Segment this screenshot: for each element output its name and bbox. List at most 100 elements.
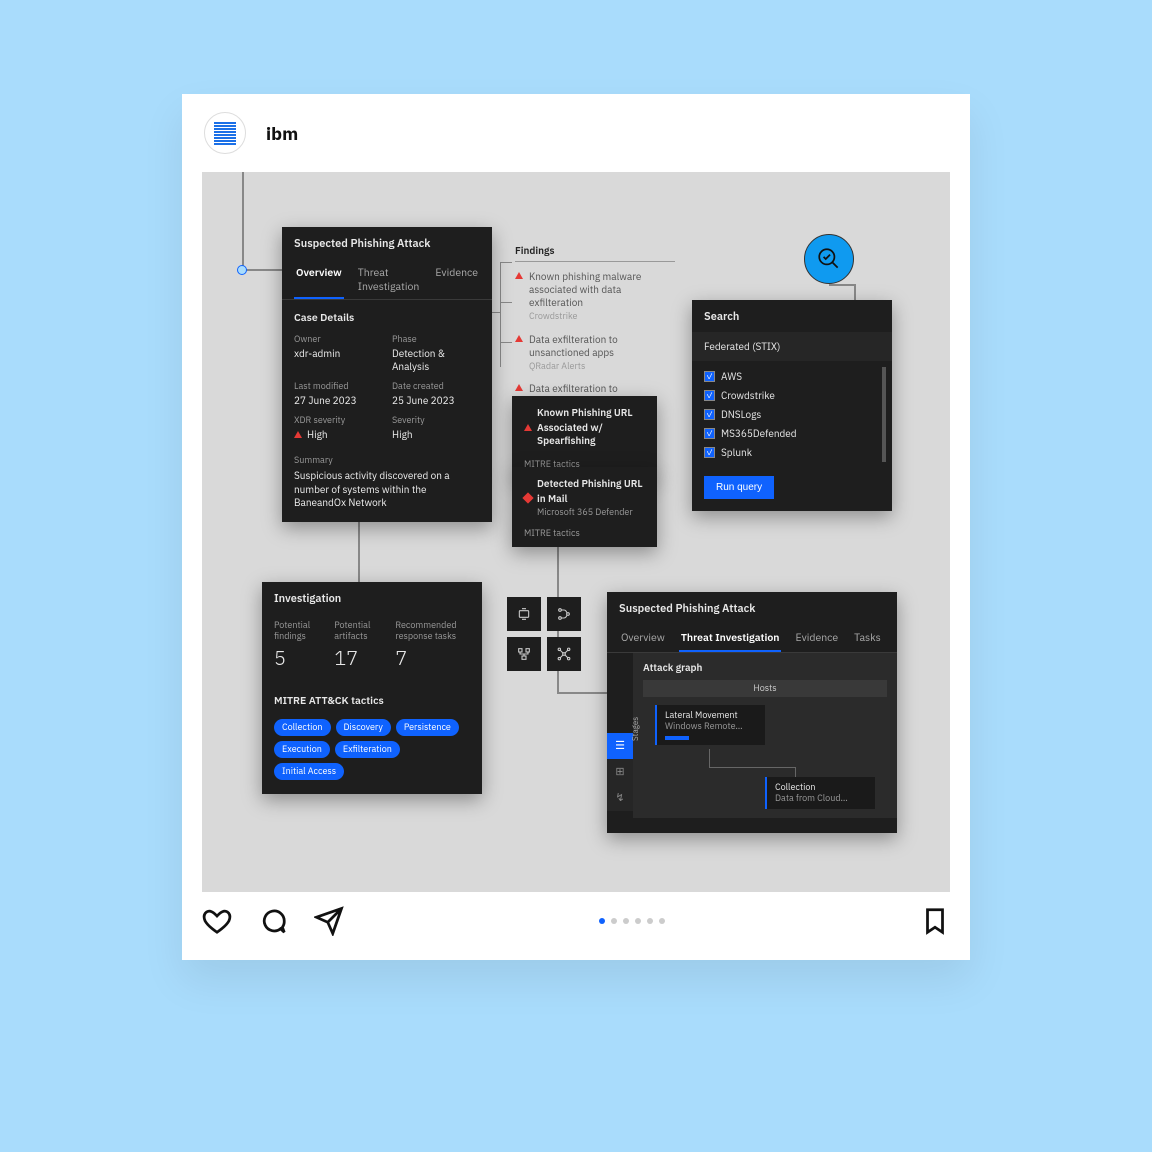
stages-label: Stages — [631, 717, 641, 741]
carousel-dot[interactable] — [659, 918, 665, 924]
carousel-dot[interactable] — [647, 918, 653, 924]
node-title: Lateral Movement — [665, 710, 757, 721]
owner-value: xdr-admin — [294, 347, 382, 360]
carousel-dots[interactable] — [599, 918, 665, 924]
investigation-stats: Potential findings 5 Potential artifacts… — [262, 614, 482, 683]
tab-overview[interactable]: Overview — [294, 259, 344, 299]
investigation-panel: Investigation Potential findings 5 Poten… — [262, 582, 482, 794]
carousel-dot[interactable] — [635, 918, 641, 924]
summary-label: Summary — [294, 455, 480, 466]
attack-tabs: Overview Threat Investigation Evidence T… — [607, 624, 897, 653]
alert-card-phishing-url: Known Phishing URL Associated w/ Spearfi… — [512, 396, 657, 478]
finding-item: Known phishing malware associated with d… — [515, 270, 675, 323]
post-actions — [182, 892, 970, 960]
mitre-pill[interactable]: Initial Access — [274, 763, 344, 780]
tool-button-branches[interactable] — [547, 597, 581, 631]
xdr-sev-value: High — [307, 428, 328, 441]
case-section-title: Case Details — [282, 300, 492, 330]
sidebar-icon-list[interactable]: ☰ — [607, 733, 633, 759]
mitre-pill[interactable]: Execution — [274, 741, 330, 758]
alert-title-line2: Associated w/ Spearfishing — [537, 421, 645, 447]
heart-icon[interactable] — [202, 906, 232, 936]
share-icon[interactable] — [314, 906, 344, 936]
created-value: 25 June 2023 — [392, 394, 480, 407]
tab-evidence[interactable]: Evidence — [793, 624, 840, 652]
ibm-logo[interactable] — [204, 112, 246, 154]
tab-tasks[interactable]: Tasks — [852, 624, 883, 652]
tree-icon — [516, 646, 532, 662]
sidebar-icon-branch[interactable]: ↯ — [607, 785, 633, 811]
tab-evidence[interactable]: Evidence — [433, 259, 480, 299]
sev-label: Severity — [392, 415, 480, 426]
post-username[interactable]: ibm — [266, 122, 298, 145]
mitre-pill[interactable]: Persistence — [396, 719, 459, 736]
mitre-pill[interactable]: Exfilteration — [335, 741, 400, 758]
tab-overview[interactable]: Overview — [619, 624, 667, 652]
tool-icon-grid — [507, 597, 581, 671]
carousel-dot[interactable] — [611, 918, 617, 924]
search-title: Search — [692, 300, 892, 332]
mitre-pill[interactable]: Discovery — [336, 719, 391, 736]
attack-graph-body: Attack graph Hosts Stages Lateral Moveme… — [633, 653, 897, 818]
node-sub: Data from Cloud… — [775, 793, 867, 804]
stat-value: 17 — [334, 644, 377, 671]
search-option[interactable]: ✓Crowdstrike — [704, 386, 880, 405]
search-options-list: ✓AWS ✓Crowdstrike ✓DNSLogs ✓MS365Defende… — [692, 361, 892, 468]
sidebar-icon-tree[interactable]: ⊞ — [607, 759, 633, 785]
search-option[interactable]: ✓Splunk — [704, 443, 880, 462]
carousel-dot[interactable] — [623, 918, 629, 924]
findings-title: Findings — [515, 244, 675, 262]
comment-icon[interactable] — [258, 906, 288, 936]
connector-line — [795, 767, 796, 777]
case-panel: Suspected Phishing Attack Overview Threa… — [282, 227, 492, 522]
carousel-dot[interactable] — [599, 918, 605, 924]
mitre-label: MITRE tactics — [524, 528, 645, 539]
tab-threat-investigation[interactable]: Threat Investigation — [679, 624, 782, 652]
tab-threat-investigation[interactable]: Threat Investigation — [356, 259, 422, 299]
bookmark-icon[interactable] — [920, 906, 950, 936]
search-panel: Search Federated (STIX) ✓AWS ✓Crowdstrik… — [692, 300, 892, 511]
tool-button-tree[interactable] — [507, 637, 541, 671]
case-tabs: Overview Threat Investigation Evidence — [282, 259, 492, 300]
warning-triangle-icon — [294, 431, 302, 438]
run-query-button[interactable]: Run query — [704, 476, 774, 499]
mitre-pill[interactable]: Collection — [274, 719, 331, 736]
connector-line — [500, 302, 512, 303]
graph-node-collection[interactable]: Collection Data from Cloud… — [765, 777, 875, 809]
warning-triangle-icon — [515, 335, 523, 342]
mitre-tactics-title: MITRE ATT&CK tactics — [262, 683, 482, 713]
stat-label: Potential artifacts — [334, 620, 377, 642]
tool-button-device[interactable] — [507, 597, 541, 631]
modified-label: Last modified — [294, 381, 382, 392]
hosts-header: Hosts — [643, 680, 887, 697]
tool-button-network[interactable] — [547, 637, 581, 671]
search-option[interactable]: ✓DNSLogs — [704, 405, 880, 424]
social-post-card: ibm Suspected Phishing Attack Overview T… — [182, 94, 970, 960]
post-image-canvas: Suspected Phishing Attack Overview Threa… — [202, 172, 950, 892]
search-subtitle: Federated (STIX) — [692, 332, 892, 361]
created-label: Date created — [392, 381, 480, 392]
finding-text: Known phishing malware associated with d… — [529, 270, 641, 309]
connector-line — [492, 312, 500, 313]
connector-line — [500, 342, 512, 343]
attack-graph-panel: Suspected Phishing Attack Overview Threa… — [607, 592, 897, 833]
connector-line — [500, 262, 512, 263]
network-icon — [556, 646, 572, 662]
magnify-check-icon — [816, 246, 842, 272]
node-sub: Windows Remote… — [665, 721, 757, 732]
stat-value: 5 — [274, 644, 316, 671]
finding-source: Crowdstrike — [529, 311, 675, 323]
device-icon — [516, 606, 532, 622]
search-badge[interactable] — [804, 234, 854, 284]
search-option[interactable]: ✓AWS — [704, 367, 880, 386]
connector-line — [557, 692, 607, 694]
phase-value: Detection & Analysis — [392, 347, 480, 373]
warning-triangle-icon — [515, 272, 523, 279]
search-option[interactable]: ✓MS365Defended — [704, 424, 880, 443]
alert-title-line1: Detected Phishing URL — [537, 477, 643, 490]
connector-node-dot — [237, 265, 247, 275]
stat-label: Potential findings — [274, 620, 316, 642]
finding-source: QRadar Alerts — [529, 361, 675, 373]
graph-node-lateral-movement[interactable]: Lateral Movement Windows Remote… — [655, 705, 765, 745]
warning-triangle-icon — [524, 424, 532, 431]
